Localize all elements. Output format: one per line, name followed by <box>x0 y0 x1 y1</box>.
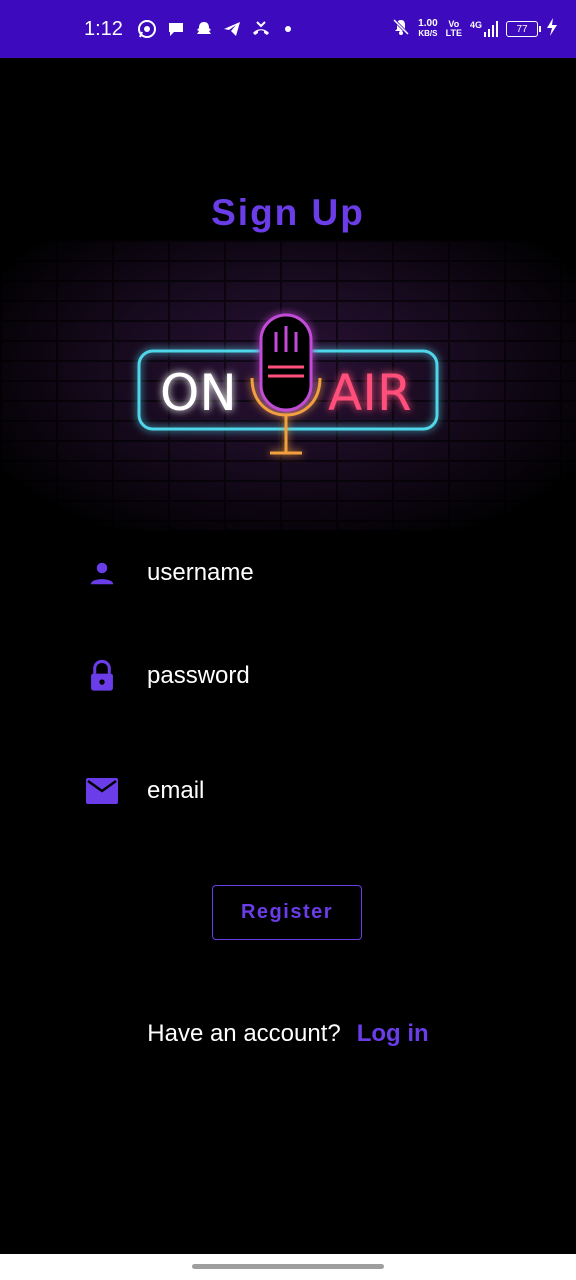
telegram-icon <box>223 20 241 38</box>
mute-icon <box>392 18 410 41</box>
person-icon <box>84 558 120 588</box>
login-prompt: Have an account? Log in <box>0 1020 576 1048</box>
chat-icon <box>167 20 185 38</box>
password-input[interactable]: password <box>147 662 250 690</box>
register-button[interactable]: Register <box>212 885 362 940</box>
password-field[interactable]: password <box>84 651 504 701</box>
on-text: ON <box>160 364 237 422</box>
on-air-neon-sign: ON AIR <box>137 313 439 455</box>
navigation-bar <box>0 1254 576 1280</box>
mail-icon <box>84 777 120 805</box>
charging-icon <box>546 17 558 41</box>
username-field[interactable]: username <box>84 548 504 598</box>
page-title: Sign Up <box>211 192 365 233</box>
status-bar: 1:12 1.00 KB/S Vo LTE 4G 77 <box>0 0 576 58</box>
microphone-icon <box>250 313 322 455</box>
status-time: 1:12 <box>84 17 123 40</box>
air-text: AIR <box>328 364 412 422</box>
username-input[interactable]: username <box>147 559 254 587</box>
login-link[interactable]: Log in <box>357 1020 429 1048</box>
network-speed: 1.00 KB/S <box>418 18 438 39</box>
have-account-text: Have an account? <box>147 1020 341 1047</box>
more-notifications-dot <box>284 26 291 32</box>
system-icons: 1.00 KB/S Vo LTE 4G 77 <box>392 17 558 41</box>
volte-indicator: Vo LTE <box>445 19 462 38</box>
signal-icon: 4G <box>470 21 498 37</box>
battery-indicator: 77 <box>506 21 541 37</box>
email-input[interactable]: email <box>147 777 204 805</box>
snapchat-icon <box>195 20 213 38</box>
whatsapp-icon <box>137 19 157 39</box>
on-air-banner: ON AIR <box>0 240 576 530</box>
missed-call-icon <box>251 20 271 38</box>
lock-icon <box>84 659 120 693</box>
notification-icons <box>137 19 271 39</box>
home-gesture-handle[interactable] <box>192 1264 384 1269</box>
email-field[interactable]: email <box>84 766 504 816</box>
